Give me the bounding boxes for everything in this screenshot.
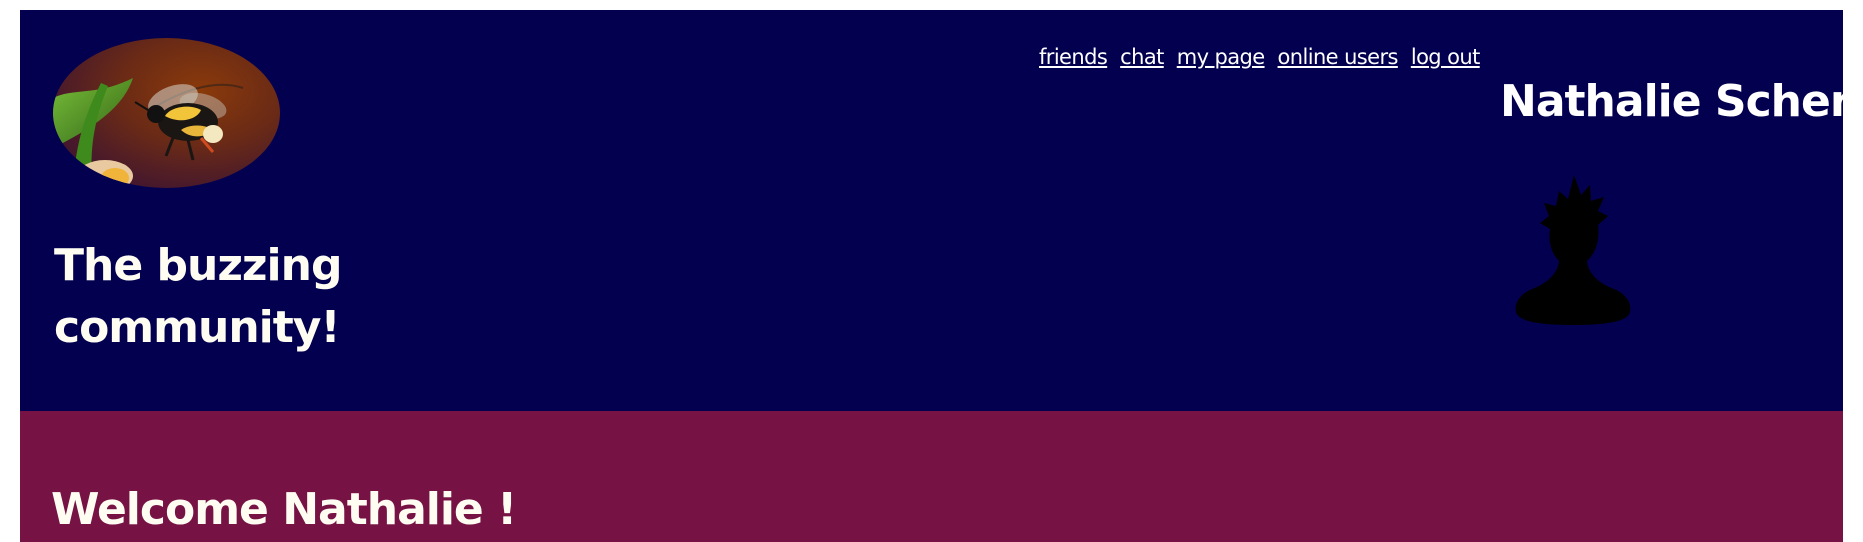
nav-link-log-out[interactable]: log out (1411, 45, 1480, 69)
bumblebee-logo-icon (53, 38, 280, 188)
nav-link-friends[interactable]: friends (1039, 45, 1108, 69)
site-tagline: The buzzing community! (54, 240, 342, 353)
nav-link-my-page[interactable]: my page (1177, 45, 1265, 69)
main-nav: friends chat my page online users log ou… (1039, 42, 1480, 72)
site-logo[interactable] (53, 38, 280, 188)
profile-name: Nathalie Scherf (1500, 76, 1863, 127)
welcome-section: Welcome Nathalie ! (20, 411, 1843, 542)
page: The buzzing community! friends chat my p… (20, 10, 1863, 542)
site-header: The buzzing community! friends chat my p… (20, 10, 1863, 411)
nav-link-chat[interactable]: chat (1120, 45, 1164, 69)
nav-link-online-users[interactable]: online users (1278, 45, 1399, 69)
welcome-heading: Welcome Nathalie ! (51, 484, 517, 535)
user-silhouette-avatar-icon[interactable] (1514, 173, 1632, 325)
